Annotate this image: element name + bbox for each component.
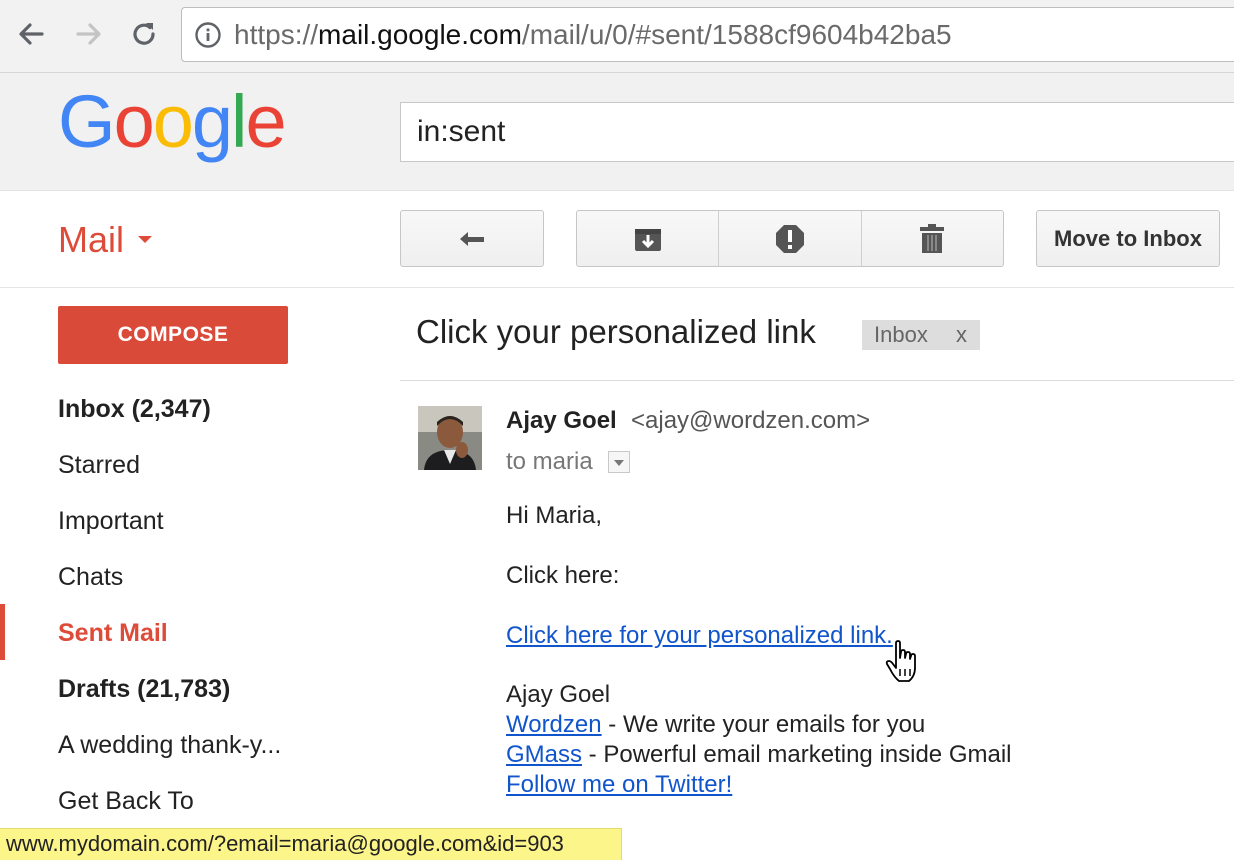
wordzen-tagline: - We write your emails for you [601, 711, 926, 738]
inbox-label-chip: Inbox x [862, 320, 980, 350]
sidebar-item-get-back-to[interactable]: Get Back To [58, 787, 194, 816]
back-arrow-icon[interactable] [12, 14, 52, 54]
logo-letter: o [152, 80, 194, 163]
message-subject: Click your personalized link [416, 313, 816, 350]
logo-letter: e [245, 80, 286, 163]
info-icon[interactable] [194, 21, 222, 49]
show-details-dropdown-icon[interactable] [608, 451, 630, 473]
logo-letter: G [58, 80, 116, 163]
url-host: mail.google.com [318, 19, 522, 50]
greeting-text: Hi Maria, [506, 502, 603, 529]
report-spam-button[interactable] [719, 211, 862, 266]
gmass-link[interactable]: GMass [506, 741, 582, 768]
google-logo[interactable]: Google [58, 80, 287, 163]
trash-icon [920, 223, 945, 253]
signature-line-gmass: GMass - Powerful email marketing inside … [506, 741, 1012, 769]
logo-letter: l [231, 80, 248, 163]
logo-letter: o [113, 80, 155, 163]
url-path: /mail/u/0/#sent/1588cf9604b42ba5 [521, 19, 952, 50]
sidebar-item-starred[interactable]: Starred [58, 451, 140, 480]
message-toolbar: Mail Move to Inbox [0, 191, 1234, 288]
url-text: https://mail.google.com/mail/u/0/#sent/1… [234, 19, 952, 51]
sidebar-item-drafts[interactable]: Drafts (21,783) [58, 675, 230, 704]
logo-letter: g [191, 80, 233, 163]
remove-label-button[interactable]: x [956, 322, 967, 348]
compose-button[interactable]: COMPOSE [58, 306, 288, 364]
avatar[interactable] [418, 406, 482, 470]
recipient-line: to maria [506, 448, 593, 475]
sidebar-item-important[interactable]: Important [58, 507, 164, 536]
active-folder-indicator [0, 604, 5, 660]
gmass-tagline: - Powerful email marketing inside Gmail [582, 741, 1012, 768]
delete-button[interactable] [862, 211, 1003, 266]
sender-name[interactable]: Ajay Goel [506, 407, 617, 435]
address-bar[interactable]: https://mail.google.com/mail/u/0/#sent/1… [181, 7, 1234, 62]
browser-toolbar: https://mail.google.com/mail/u/0/#sent/1… [0, 0, 1234, 73]
label-chip-text[interactable]: Inbox [874, 322, 928, 348]
gmail-header: Google in:sent [0, 73, 1234, 191]
sidebar-item-sent-mail[interactable]: Sent Mail [58, 619, 168, 648]
url-scheme: https:// [234, 19, 319, 50]
action-button-group [576, 210, 1004, 267]
wordzen-link[interactable]: Wordzen [506, 711, 602, 738]
back-to-list-button[interactable] [400, 210, 544, 267]
search-query: in:sent [417, 115, 506, 148]
caret-down-icon[interactable] [138, 236, 152, 243]
sidebar-item-wedding-label[interactable]: A wedding thank-y... [58, 731, 281, 760]
reload-icon[interactable] [124, 14, 164, 54]
twitter-link[interactable]: Follow me on Twitter! [506, 771, 732, 799]
archive-icon [634, 228, 661, 251]
link-hover-status-bar: www.mydomain.com/?email=maria@google.com… [0, 828, 622, 860]
reply-arrow-icon [460, 231, 484, 246]
subject-divider [400, 380, 1234, 381]
report-spam-icon [775, 224, 804, 253]
mail-switcher-label[interactable]: Mail [58, 219, 124, 261]
signature-name: Ajay Goel [506, 681, 611, 708]
archive-button[interactable] [577, 211, 720, 266]
sidebar-item-inbox[interactable]: Inbox (2,347) [58, 395, 211, 424]
click-here-text: Click here: [506, 562, 620, 589]
personalized-link[interactable]: Click here for your personalized link. [506, 622, 893, 650]
forward-arrow-icon[interactable] [68, 14, 108, 54]
move-to-inbox-button[interactable]: Move to Inbox [1036, 210, 1220, 267]
signature-line-wordzen: Wordzen - We write your emails for you [506, 711, 925, 739]
search-input[interactable]: in:sent [400, 102, 1234, 162]
hand-pointer-icon [885, 640, 916, 682]
sidebar-item-chats[interactable]: Chats [58, 563, 123, 592]
sender-email: <ajay@wordzen.com> [631, 407, 871, 434]
